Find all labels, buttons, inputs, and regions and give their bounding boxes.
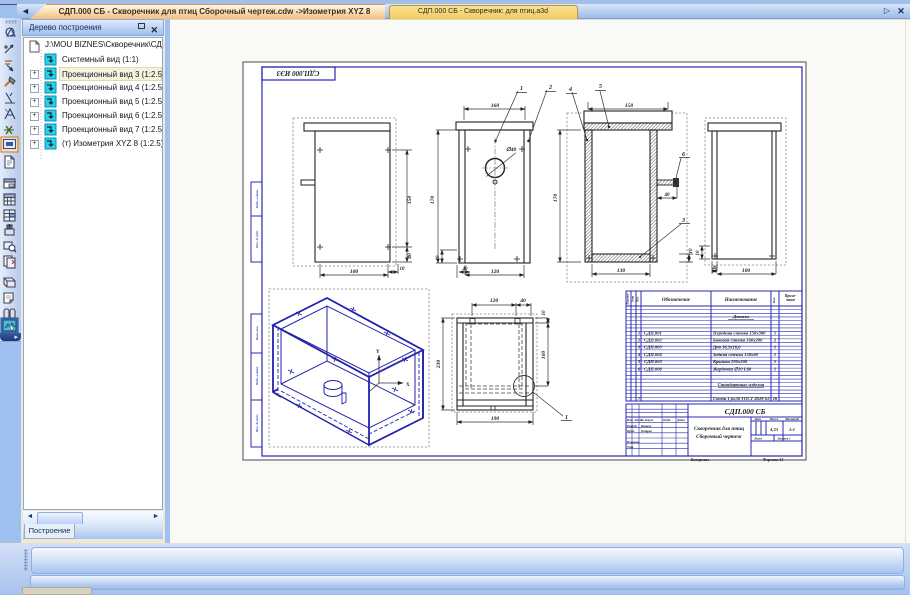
svg-text:СДП.000 СБ: СДП.000 СБ — [725, 407, 766, 416]
svg-text:230: 230 — [436, 360, 442, 370]
svg-text:160: 160 — [491, 103, 500, 109]
svg-text:∅40: ∅40 — [506, 146, 517, 153]
svg-text:150: 150 — [625, 103, 634, 109]
svg-text:40: 40 — [664, 193, 671, 198]
svg-text:4: 4 — [568, 87, 572, 93]
svg-text:Крышка 230х200: Крышка 230х200 — [712, 359, 748, 364]
svg-text:Подп. и дата: Подп. и дата — [255, 366, 259, 386]
svg-text:Стандартные изделия: Стандартные изделия — [718, 382, 765, 387]
svg-text:10: 10 — [400, 267, 406, 272]
svg-text:40: 40 — [519, 298, 526, 304]
svg-text:Жердочка ∅10 L60: Жердочка ∅10 L60 — [712, 366, 752, 371]
svg-text:СДП.003: СДП.003 — [644, 345, 663, 350]
svg-text:120: 120 — [490, 298, 499, 304]
svg-text:СДП.000 ИЭЗ: СДП.000 ИЭЗ — [276, 69, 319, 77]
svg-text:170: 170 — [553, 194, 559, 203]
svg-text:Лист: Лист — [753, 437, 762, 441]
svg-text:10: 10 — [436, 255, 441, 261]
svg-text:190: 190 — [491, 416, 500, 422]
svg-text:Разраб.: Разраб. — [627, 424, 637, 428]
svg-text:5: 5 — [599, 84, 602, 90]
svg-text:10: 10 — [542, 310, 547, 316]
svg-text:Лит.: Лит. — [753, 417, 761, 421]
svg-text:Инв. № подл.: Инв. № подл. — [255, 414, 259, 434]
svg-text:Листов 1: Листов 1 — [776, 437, 791, 441]
svg-text:Иванов: Иванов — [640, 424, 652, 428]
svg-text:100: 100 — [742, 268, 751, 274]
svg-text:170: 170 — [430, 196, 436, 205]
svg-text:40: 40 — [407, 253, 413, 260]
svg-text:СДП.001: СДП.001 — [644, 330, 662, 335]
svg-text:Петров: Петров — [640, 429, 653, 433]
svg-text:1: 1 — [774, 366, 776, 371]
svg-text:10: 10 — [696, 250, 701, 256]
svg-text:Кол.: Кол. — [772, 297, 776, 305]
svg-text:Передняя стенка 150х300: Передняя стенка 150х300 — [712, 330, 766, 335]
svg-text:X: X — [406, 383, 410, 388]
svg-text:Y: Y — [376, 350, 380, 355]
svg-text:Н.контр.: Н.контр. — [626, 440, 640, 444]
svg-text:16: 16 — [773, 396, 778, 401]
svg-text:1: 1 — [774, 345, 776, 350]
svg-text:Дата: Дата — [676, 418, 685, 422]
svg-text:Боковая стенка 160х280: Боковая стенка 160х280 — [712, 338, 763, 343]
svg-text:Формат А3: Формат А3 — [763, 457, 784, 462]
svg-text:Сборочный чертеж: Сборочный чертеж — [696, 433, 742, 440]
svg-text:1:1: 1:1 — [789, 427, 795, 432]
svg-text:10: 10 — [689, 248, 694, 254]
svg-text:Задняя стенка 150х60: Задняя стенка 150х60 — [712, 352, 759, 357]
svg-text:Масштаб: Масштаб — [784, 417, 800, 421]
svg-text:СДП.005: СДП.005 — [644, 359, 663, 364]
svg-text:Пров.: Пров. — [626, 429, 635, 433]
svg-text:Подп. и дата: Подп. и дата — [255, 189, 259, 209]
svg-text:СДП.002: СДП.002 — [644, 338, 663, 343]
svg-text:4,23: 4,23 — [769, 427, 779, 432]
svg-text:100: 100 — [350, 269, 359, 275]
svg-text:150: 150 — [407, 196, 413, 205]
svg-text:Поз.: Поз. — [636, 296, 640, 303]
svg-text:Копировал: Копировал — [690, 457, 710, 462]
svg-text:№ докум.: № докум. — [641, 418, 654, 422]
svg-text:Обозначение: Обозначение — [662, 298, 691, 303]
svg-text:40: 40 — [462, 267, 469, 272]
svg-text:чание: чание — [786, 298, 796, 302]
svg-text:2: 2 — [548, 85, 552, 91]
svg-text:Гвозди 1,6х50 ГОСТ 4028-63: Гвозди 1,6х50 ГОСТ 4028-63 — [712, 396, 770, 401]
svg-text:Дно 16,5х16,0: Дно 16,5х16,0 — [712, 345, 741, 350]
svg-text:Подп.: Подп. — [662, 418, 671, 422]
svg-text:Утв.: Утв. — [627, 445, 634, 449]
svg-text:1: 1 — [638, 330, 640, 335]
svg-text:40: 40 — [712, 266, 719, 271]
svg-text:Зона: Зона — [631, 295, 635, 303]
svg-text:1: 1 — [520, 86, 523, 92]
svg-text:1: 1 — [774, 352, 776, 357]
svg-text:1: 1 — [774, 359, 776, 364]
svg-text:130: 130 — [617, 268, 626, 274]
svg-text:Наименование: Наименование — [724, 298, 758, 303]
svg-text:Детали: Детали — [732, 314, 749, 319]
svg-text:Скворечник для птиц: Скворечник для птиц — [694, 425, 744, 432]
svg-text:Масса: Масса — [769, 417, 779, 421]
svg-text:Формат: Формат — [626, 293, 630, 305]
svg-text:СДП.004: СДП.004 — [644, 352, 663, 357]
svg-text:Взам. инв.: Взам. инв. — [255, 326, 259, 342]
svg-text:1: 1 — [774, 330, 776, 335]
svg-text:СДП.006: СДП.006 — [644, 366, 663, 371]
svg-text:160: 160 — [541, 351, 547, 360]
svg-text:120: 120 — [491, 269, 500, 275]
svg-text:Инв. № дубл.: Инв. № дубл. — [255, 230, 259, 249]
